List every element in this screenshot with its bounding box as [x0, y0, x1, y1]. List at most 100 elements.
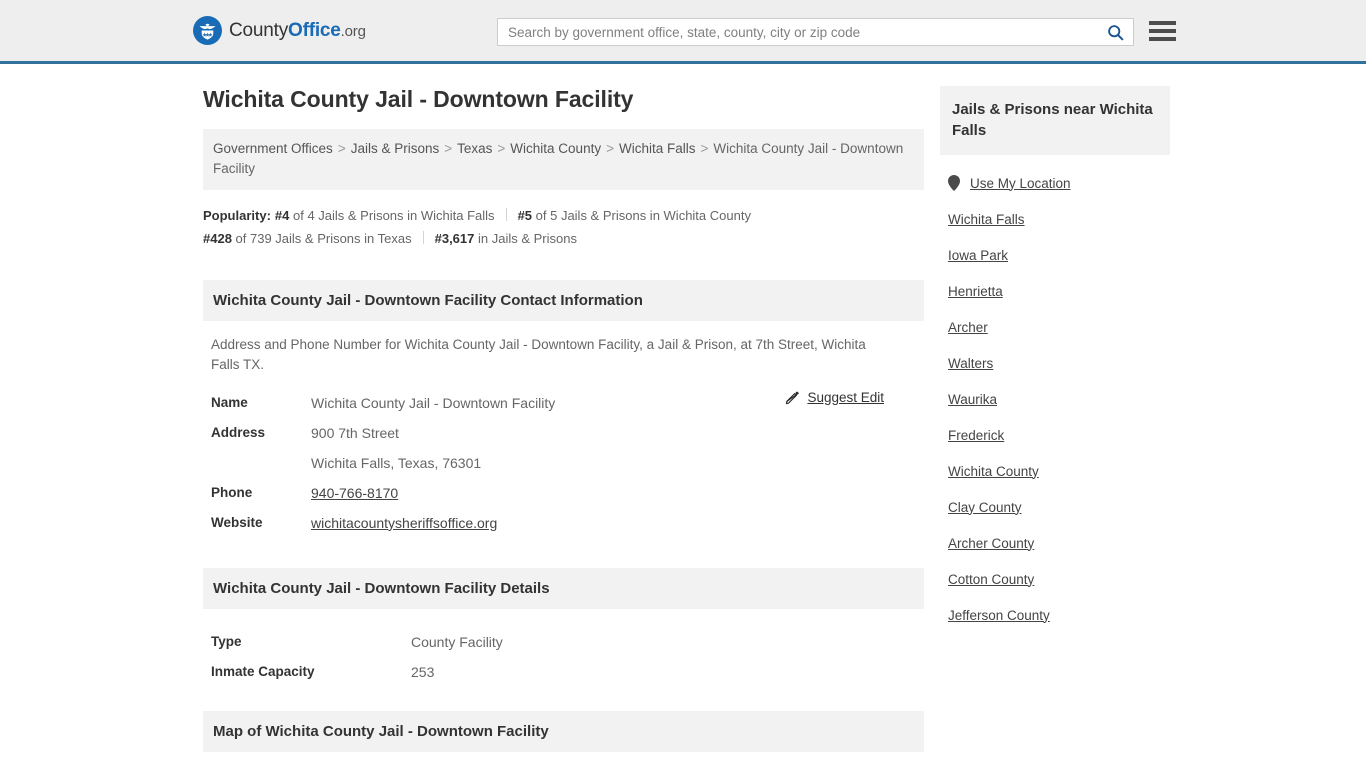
contact-row-phone-label: Phone	[211, 484, 253, 500]
breadcrumb: Government Offices > Jails & Prisons > Texas…	[203, 128, 924, 190]
contact-row-address-line2: Wichita Falls, Texas, 76301	[203, 448, 924, 478]
popularity-divider-0	[505, 207, 507, 221]
contact-row-website-value: wichitacountysheriffsoffice.org	[311, 508, 497, 538]
popularity-text-0: of 4 Jails & Prisons in Wichita Falls	[289, 207, 495, 223]
breadcrumb-separator-2: >	[497, 140, 506, 156]
hamburger-menu-icon-bar-1	[1149, 21, 1176, 25]
sidebar-link-9[interactable]: Archer County	[948, 536, 1034, 551]
contact-row-phone: Phone 940-766-8170	[203, 478, 924, 508]
sidebar-link-8[interactable]: Clay County	[948, 500, 1022, 515]
sidebar-item-iowa-park[interactable]: Iowa Park	[940, 237, 1170, 273]
sidebar-link-1[interactable]: Iowa Park	[948, 248, 1008, 263]
sidebar-item-clay-county[interactable]: Clay County	[940, 489, 1170, 525]
phone-link[interactable]: 940-766-8170	[311, 485, 398, 501]
popularity-item-2: #428 of 739 Jails & Prisons in Texas	[203, 231, 412, 246]
sidebar-link-2[interactable]: Henrietta	[948, 284, 1003, 299]
sidebar-link-6[interactable]: Frederick	[948, 428, 1004, 443]
popularity-rank-0: #4	[274, 207, 290, 223]
popularity-rank-2: #428	[203, 230, 232, 246]
popularity-item-3: #3,617 in Jails & Prisons	[435, 231, 577, 246]
search-button[interactable]	[1097, 19, 1133, 45]
sidebar-link-0[interactable]: Wichita Falls	[948, 212, 1025, 227]
sidebar-item-archer-county[interactable]: Archer County	[940, 525, 1170, 561]
breadcrumb-separator-1: >	[444, 140, 453, 156]
sidebar-link-3[interactable]: Archer	[948, 320, 988, 335]
popularity-label: Popularity:	[203, 207, 271, 223]
popularity-rankings: Popularity: #4 of 4 Jails & Prisons in Wi…	[203, 204, 843, 250]
hamburger-menu-button[interactable]: Menu	[1149, 19, 1176, 43]
details-row-type-label: Type	[211, 633, 242, 649]
site-logo-text: CountyOffice.org	[229, 21, 366, 40]
breadcrumb-item-0[interactable]: Government Offices	[213, 141, 333, 156]
sidebar-item-henrietta[interactable]: Henrietta	[940, 273, 1170, 309]
sidebar-link-5[interactable]: Waurika	[948, 392, 997, 407]
sidebar-item-cotton-county[interactable]: Cotton County	[940, 561, 1170, 597]
sidebar-item-wichita-county[interactable]: Wichita County	[940, 453, 1170, 489]
details-row-type-value: County Facility	[411, 633, 503, 650]
sidebar-item-use-my-location-label[interactable]: Use My Location	[970, 176, 1071, 191]
sidebar-item-jefferson-county[interactable]: Jefferson County	[940, 597, 1170, 633]
suggest-edit-button[interactable]: Suggest Edit	[785, 390, 884, 405]
details-row-capacity-value: 253	[411, 663, 435, 680]
sidebar-item-waurika[interactable]: Waurika	[940, 381, 1170, 417]
map-heading: Map of Wichita County Jail - Downtown Fa…	[203, 710, 924, 752]
search-bar[interactable]	[497, 18, 1134, 46]
details-row-capacity-label: Inmate Capacity	[211, 663, 315, 679]
facility-details-heading: Wichita County Jail - Downtown Facility …	[203, 567, 924, 609]
site-logo[interactable]: CountyOffice.org	[193, 16, 366, 45]
popularity-rank-3: #3,617	[434, 230, 475, 246]
popularity-item-1: #5 of 5 Jails & Prisons in Wichita Count…	[518, 208, 751, 223]
contact-information-table: Suggest Edit Name Wichita County Jail - …	[203, 388, 924, 538]
breadcrumb-separator-3: >	[606, 140, 614, 156]
popularity-item-0: #4 of 4 Jails & Prisons in Wichita Falls	[275, 208, 495, 223]
hamburger-menu-icon-bar-3	[1149, 37, 1176, 41]
sidebar-item-wichita-falls[interactable]: Wichita Falls	[940, 201, 1170, 237]
suggest-edit-label: Suggest Edit	[807, 389, 884, 405]
sidebar-item-frederick[interactable]: Frederick	[940, 417, 1170, 453]
contact-row-website: Website wichitacountysheriffsoffice.org	[203, 508, 924, 538]
map-description: View map of Wichita County Jail - Downto…	[203, 752, 893, 768]
breadcrumb-item-3[interactable]: Wichita County	[510, 141, 601, 156]
contact-row-address-label: Address	[211, 424, 266, 440]
sidebar-list: Use My Location Wichita Falls Iowa Park …	[940, 165, 1170, 633]
breadcrumb-item-4[interactable]: Wichita Falls	[619, 141, 696, 156]
sidebar-link-4[interactable]: Walters	[948, 356, 993, 371]
logo-text-org: .org	[340, 23, 366, 40]
popularity-rank-1: #5	[517, 207, 533, 223]
sidebar: Jails & Prisons near Wichita Falls Use M…	[940, 86, 1170, 633]
eagle-shield-icon	[193, 16, 222, 45]
search-input[interactable]	[498, 19, 1097, 45]
logo-text-county: County	[229, 20, 289, 41]
details-row-type: Type County Facility	[203, 627, 924, 657]
sidebar-link-7[interactable]: Wichita County	[948, 464, 1039, 479]
sidebar-item-walters[interactable]: Walters	[940, 345, 1170, 381]
sidebar-item-use-my-location[interactable]: Use My Location	[940, 165, 1170, 201]
contact-row-address-value: 900 7th Street	[311, 424, 399, 441]
sidebar-item-archer[interactable]: Archer	[940, 309, 1170, 345]
contact-row-phone-value: 940-766-8170	[311, 478, 398, 508]
details-row-capacity: Inmate Capacity 253	[203, 657, 924, 687]
breadcrumb-item-1[interactable]: Jails & Prisons	[351, 141, 440, 156]
main-content-column: Wichita County Jail - Downtown Facility …	[203, 86, 924, 768]
contact-row-address: Address 900 7th Street	[203, 418, 924, 448]
popularity-text-3: in Jails & Prisons	[474, 230, 577, 246]
logo-text-office: Office	[288, 20, 341, 41]
website-link[interactable]: wichitacountysheriffsoffice.org	[311, 515, 497, 531]
edit-pencil-icon	[786, 390, 800, 404]
breadcrumb-item-2[interactable]: Texas	[457, 141, 492, 156]
contact-information-description: Address and Phone Number for Wichita Cou…	[211, 336, 866, 372]
hamburger-menu-icon-bar-2	[1149, 29, 1176, 33]
site-header: CountyOffice.org Menu	[0, 0, 1366, 64]
contact-row-name-label: Name	[211, 394, 248, 410]
popularity-text-2: of 739 Jails & Prisons in Texas	[231, 230, 412, 246]
sidebar-link-10[interactable]: Cotton County	[948, 572, 1034, 587]
search-icon	[1107, 24, 1123, 40]
sidebar-link-11[interactable]: Jefferson County	[948, 608, 1050, 623]
page-title: Wichita County Jail - Downtown Facility	[203, 86, 634, 112]
popularity-divider-1	[422, 230, 424, 244]
facility-details-table: Type County Facility Inmate Capacity 253	[203, 627, 924, 687]
breadcrumb-separator-0: >	[337, 140, 346, 156]
contact-row-website-label: Website	[211, 514, 263, 530]
map-pin-icon	[948, 175, 960, 191]
breadcrumb-separator-4: >	[700, 140, 709, 156]
